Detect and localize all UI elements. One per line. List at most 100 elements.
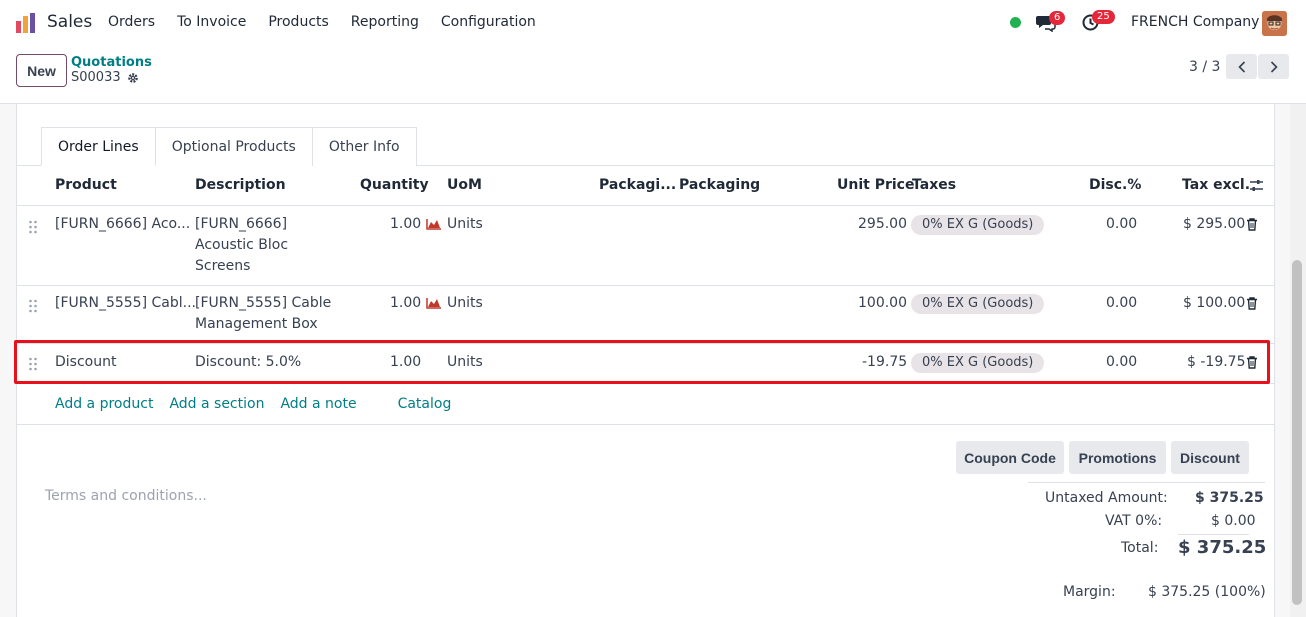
col-packaging[interactable]: Packaging xyxy=(679,177,760,193)
chevron-right-icon xyxy=(1270,60,1278,73)
catalog-link[interactable]: Catalog xyxy=(398,396,452,412)
notebook-tabs: Order Lines Optional Products Other Info xyxy=(41,127,417,166)
gear-icon[interactable] xyxy=(127,72,139,84)
margin-value: $ 375.25 (100%) xyxy=(1148,584,1266,600)
order-lines-header: Product Description Quantity UoM Packagi… xyxy=(17,166,1274,206)
untaxed-label: Untaxed Amount: xyxy=(1045,490,1168,506)
menu-to-invoice[interactable]: To Invoice xyxy=(166,14,257,30)
vat-value: $ 0.00 xyxy=(1211,513,1256,529)
row-quantity[interactable]: 1.00 xyxy=(390,293,421,314)
app-name[interactable]: Sales xyxy=(47,12,92,32)
scrollbar-thumb[interactable] xyxy=(1292,260,1302,605)
col-taxes[interactable]: Taxes xyxy=(912,177,956,193)
row-discount[interactable]: 0.00 xyxy=(1106,214,1137,235)
vat-label: VAT 0%: xyxy=(1105,513,1163,529)
row-product[interactable]: [FURN_5555] Cabl... xyxy=(55,293,196,314)
col-quantity[interactable]: Quantity xyxy=(360,177,429,193)
pager-next-button[interactable] xyxy=(1258,54,1289,79)
row-description-line[interactable]: Discount: 5.0% xyxy=(195,352,301,373)
totals-divider xyxy=(1028,482,1265,483)
table-row[interactable]: [FURN_6666] Aco... [FURN_6666] Acoustic … xyxy=(17,206,1274,286)
total-value: $ 375.25 xyxy=(1178,537,1267,558)
menu-reporting[interactable]: Reporting xyxy=(340,14,430,30)
top-navbar: Sales Orders To Invoice Products Reporti… xyxy=(0,0,1306,46)
add-line-links: Add a product Add a section Add a note C… xyxy=(55,396,467,412)
row-description-line[interactable]: Management Box xyxy=(195,314,318,335)
table-row-discount[interactable]: Discount Discount: 5.0% 1.00 Units -19.7… xyxy=(17,344,1274,384)
row-tax-badge[interactable]: 0% EX G (Goods) xyxy=(911,215,1045,235)
pager-value: 3 / 3 xyxy=(1189,59,1221,75)
tab-order-lines[interactable]: Order Lines xyxy=(41,127,156,166)
col-uom[interactable]: UoM xyxy=(447,177,482,193)
row-quantity[interactable]: 1.00 xyxy=(390,352,421,373)
row-discount[interactable]: 0.00 xyxy=(1106,293,1137,314)
add-note-link[interactable]: Add a note xyxy=(280,396,356,412)
row-uom[interactable]: Units xyxy=(447,293,483,314)
row-description-line[interactable]: [FURN_5555] Cable xyxy=(195,293,331,314)
row-product[interactable]: Discount xyxy=(55,352,116,373)
margin-label: Margin: xyxy=(1063,584,1116,600)
col-unit-price[interactable]: Unit Price xyxy=(837,177,914,193)
add-section-link[interactable]: Add a section xyxy=(169,396,264,412)
add-product-link[interactable]: Add a product xyxy=(55,396,153,412)
activity-count-badge: 25 xyxy=(1092,10,1115,24)
discount-button[interactable]: Discount xyxy=(1171,441,1249,474)
lines-divider xyxy=(17,424,1274,425)
row-description-line[interactable]: Acoustic Bloc xyxy=(195,235,288,256)
user-avatar[interactable] xyxy=(1262,11,1287,36)
drag-handle-icon[interactable] xyxy=(28,220,38,234)
col-description[interactable]: Description xyxy=(195,177,286,193)
row-unit-price[interactable]: 295.00 xyxy=(858,214,907,235)
drag-handle-icon[interactable] xyxy=(28,299,38,313)
breadcrumb-quotations[interactable]: Quotations xyxy=(71,55,152,70)
total-divider xyxy=(1178,534,1249,535)
chevron-left-icon xyxy=(1237,60,1245,73)
row-tax-badge[interactable]: 0% EX G (Goods) xyxy=(911,353,1045,373)
control-panel: New Quotations S00033 3 / 3 xyxy=(0,46,1306,104)
row-subtotal: $ 100.00 xyxy=(1183,295,1246,311)
coupon-code-button[interactable]: Coupon Code xyxy=(956,441,1064,474)
menu-orders[interactable]: Orders xyxy=(97,14,166,30)
main-menu: Orders To Invoice Products Reporting Con… xyxy=(97,14,547,30)
col-tax-excl[interactable]: Tax excl. xyxy=(1182,177,1250,193)
row-description-line[interactable]: Screens xyxy=(195,256,250,277)
row-subtotal: $ 295.00 xyxy=(1183,216,1246,232)
col-product[interactable]: Product xyxy=(55,177,117,193)
record-name: S00033 xyxy=(71,70,121,85)
menu-products[interactable]: Products xyxy=(257,14,339,30)
online-status-icon xyxy=(1010,17,1021,28)
forecast-chart-icon[interactable] xyxy=(426,297,442,309)
col-discount[interactable]: Disc.% xyxy=(1089,177,1141,193)
tab-optional-products[interactable]: Optional Products xyxy=(154,127,313,166)
row-uom[interactable]: Units xyxy=(447,352,483,373)
row-uom[interactable]: Units xyxy=(447,214,483,235)
trash-icon[interactable] xyxy=(1246,218,1258,231)
tab-other-info[interactable]: Other Info xyxy=(311,127,417,166)
untaxed-value: $ 375.25 xyxy=(1195,490,1264,506)
sales-app-icon[interactable] xyxy=(15,12,37,34)
new-button[interactable]: New xyxy=(16,54,67,87)
col-packaging-qty[interactable]: Packagi... xyxy=(599,177,676,193)
row-unit-price[interactable]: -19.75 xyxy=(862,352,907,373)
drag-handle-icon[interactable] xyxy=(28,357,38,371)
total-label: Total: xyxy=(1121,540,1159,556)
promotions-button[interactable]: Promotions xyxy=(1069,441,1166,474)
trash-icon[interactable] xyxy=(1246,356,1258,369)
column-settings-icon[interactable] xyxy=(1249,178,1264,193)
terms-input[interactable]: Terms and conditions... xyxy=(45,488,207,504)
forecast-chart-icon[interactable] xyxy=(426,218,442,230)
table-row[interactable]: [FURN_5555] Cabl... [FURN_5555] Cable Ma… xyxy=(17,286,1274,344)
company-switcher[interactable]: FRENCH Company xyxy=(1131,14,1259,30)
row-quantity[interactable]: 1.00 xyxy=(390,214,421,235)
row-discount[interactable]: 0.00 xyxy=(1106,352,1137,373)
row-product[interactable]: [FURN_6666] Aco... xyxy=(55,214,190,235)
row-subtotal: $ -19.75 xyxy=(1187,354,1246,370)
row-description-line[interactable]: [FURN_6666] xyxy=(195,214,287,235)
row-tax-badge[interactable]: 0% EX G (Goods) xyxy=(911,294,1045,314)
record-title: S00033 xyxy=(71,70,139,85)
row-unit-price[interactable]: 100.00 xyxy=(858,293,907,314)
menu-configuration[interactable]: Configuration xyxy=(430,14,547,30)
trash-icon[interactable] xyxy=(1246,297,1258,310)
chat-count-badge: 6 xyxy=(1049,11,1066,25)
pager-previous-button[interactable] xyxy=(1226,54,1257,79)
